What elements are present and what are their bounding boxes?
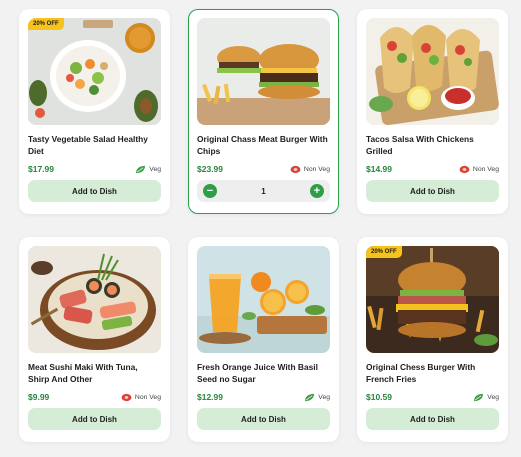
add-to-dish-button[interactable]: Add to Dish bbox=[197, 408, 330, 430]
add-to-dish-button[interactable]: Add to Dish bbox=[28, 180, 161, 202]
food-card-sushi[interactable]: Meat Sushi Maki With Tuna, Shirp And Oth… bbox=[19, 237, 170, 442]
diet-indicator: Non Veg bbox=[459, 165, 499, 174]
diet-label: Veg bbox=[318, 393, 330, 401]
food-card-salad[interactable]: 20% OFF Tasty Vegetable Salad Healthy Di… bbox=[19, 9, 170, 214]
meat-icon bbox=[290, 165, 301, 173]
diet-indicator: Non Veg bbox=[121, 393, 161, 402]
food-title: Fresh Orange Juice With Basil Seed no Su… bbox=[197, 362, 318, 384]
food-card-cheese-burger[interactable]: 20% OFF Original Chess Burger With Frenc… bbox=[357, 237, 508, 442]
increment-button[interactable]: + bbox=[309, 184, 324, 198]
diet-label: Veg bbox=[149, 165, 161, 173]
discount-badge: 20% OFF bbox=[366, 246, 402, 258]
food-title: Original Chess Burger With French Fries bbox=[366, 362, 476, 384]
food-title: Meat Sushi Maki With Tuna, Shirp And Oth… bbox=[28, 362, 138, 384]
food-price: $12.99 bbox=[197, 392, 223, 402]
food-price: $23.99 bbox=[197, 164, 223, 174]
food-title: Original Chass Meat Burger With Chips bbox=[197, 134, 328, 156]
add-to-dish-button[interactable]: Add to Dish bbox=[366, 180, 499, 202]
meat-icon bbox=[459, 165, 470, 173]
food-price: $17.99 bbox=[28, 164, 54, 174]
food-title: Tasty Vegetable Salad Healthy Diet bbox=[28, 134, 148, 156]
food-image-cheese-burger: 20% OFF bbox=[366, 246, 499, 353]
food-image-sushi bbox=[28, 246, 161, 353]
meat-icon bbox=[121, 393, 132, 401]
decrement-button[interactable]: − bbox=[203, 184, 217, 198]
add-to-dish-button[interactable]: Add to Dish bbox=[366, 408, 499, 430]
diet-label: Veg bbox=[487, 393, 499, 401]
diet-indicator: Veg bbox=[135, 165, 161, 174]
food-image-meat-burger bbox=[197, 18, 330, 125]
food-image-orange-juice bbox=[197, 246, 330, 353]
diet-label: Non Veg bbox=[134, 393, 161, 401]
food-card-meat-burger[interactable]: Original Chass Meat Burger With Chips $2… bbox=[188, 9, 339, 214]
food-price: $14.99 bbox=[366, 164, 392, 174]
food-price: $10.59 bbox=[366, 392, 392, 402]
leaf-icon bbox=[305, 393, 315, 401]
food-grid: 20% OFF Tasty Vegetable Salad Healthy Di… bbox=[0, 0, 521, 457]
food-card-orange-juice[interactable]: Fresh Orange Juice With Basil Seed no Su… bbox=[188, 237, 339, 442]
food-price: $9.99 bbox=[28, 392, 50, 402]
diet-indicator: Non Veg bbox=[290, 165, 330, 174]
food-card-tacos[interactable]: Tacos Salsa With Chickens Grilled $14.99… bbox=[357, 9, 508, 214]
diet-label: Non Veg bbox=[303, 165, 330, 173]
diet-indicator: Veg bbox=[473, 393, 499, 402]
food-image-salad: 20% OFF bbox=[28, 18, 161, 125]
leaf-icon bbox=[474, 393, 484, 401]
quantity-value: 1 bbox=[261, 186, 266, 196]
diet-indicator: Veg bbox=[304, 393, 330, 402]
quantity-stepper[interactable]: − 1 + bbox=[197, 180, 330, 202]
leaf-icon bbox=[136, 165, 146, 173]
add-to-dish-button[interactable]: Add to Dish bbox=[28, 408, 161, 430]
food-image-tacos bbox=[366, 18, 499, 125]
diet-label: Non Veg bbox=[472, 165, 499, 173]
discount-badge: 20% OFF bbox=[28, 18, 64, 30]
food-title: Tacos Salsa With Chickens Grilled bbox=[366, 134, 474, 156]
